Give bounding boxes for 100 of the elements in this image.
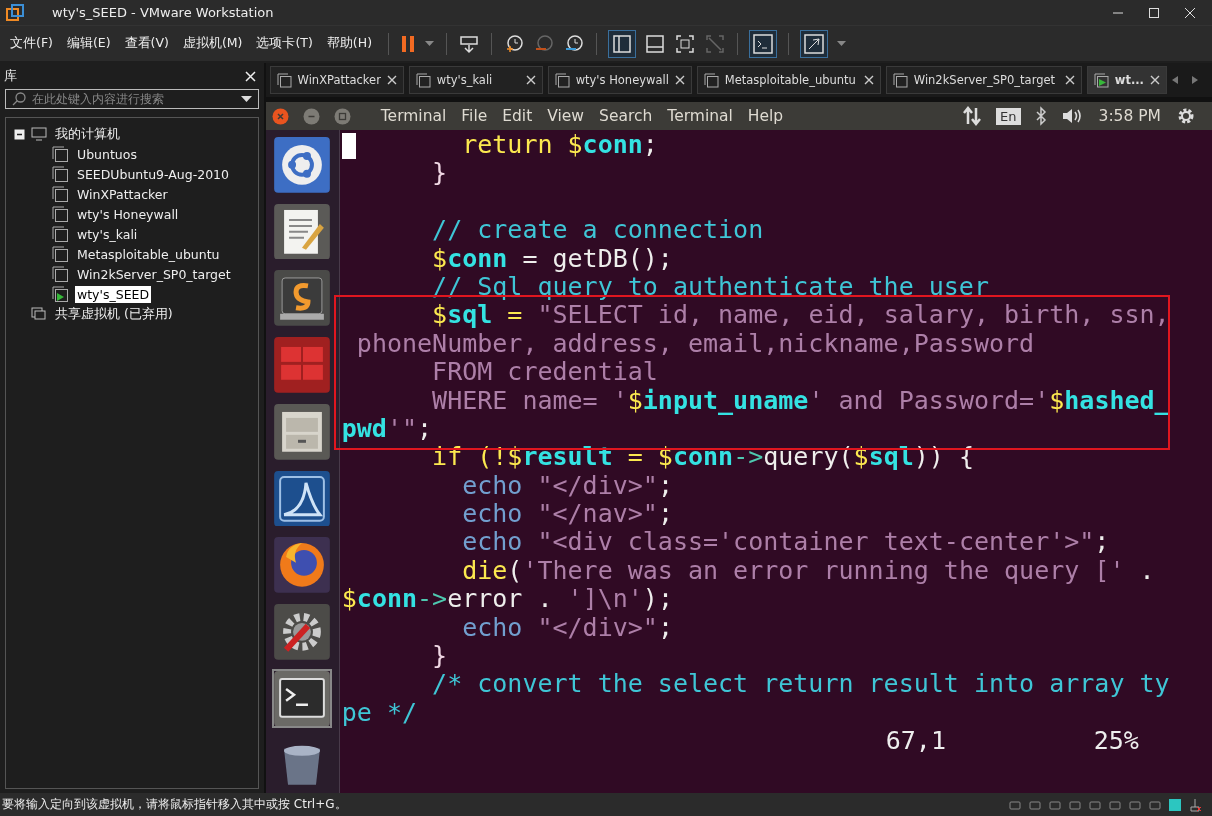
close-icon[interactable] bbox=[525, 75, 536, 85]
vm-tab[interactable]: WinXPattacker bbox=[269, 66, 404, 94]
menu-item[interactable]: 虚拟机(M) bbox=[182, 35, 243, 52]
keyboard-send-icon[interactable] bbox=[459, 33, 479, 54]
code-line: echo "</nav>"; bbox=[462, 499, 673, 529]
menu-item[interactable]: Terminal bbox=[667, 107, 733, 125]
close-icon[interactable] bbox=[386, 75, 397, 85]
tree-item[interactable]: wty's Honeywall bbox=[75, 205, 181, 223]
menu-item[interactable]: Help bbox=[747, 107, 784, 125]
scroll-right-icon[interactable] bbox=[1192, 76, 1198, 84]
menu-item[interactable]: File bbox=[461, 107, 488, 125]
vm-tab[interactable]: Metasploitable_ubuntu bbox=[696, 66, 881, 94]
console-icon[interactable] bbox=[750, 30, 776, 57]
dropdown-caret-icon[interactable] bbox=[240, 95, 252, 103]
scroll-left-icon[interactable] bbox=[1172, 76, 1178, 84]
code-line: /* convert the select return result into array ty bbox=[432, 669, 1170, 699]
shark-fin-icon[interactable] bbox=[274, 470, 331, 527]
tree-item[interactable]: wty's_kali bbox=[75, 225, 140, 243]
code-line: // create a connection bbox=[432, 215, 764, 245]
power-icon[interactable] bbox=[1188, 797, 1202, 812]
close-icon[interactable] bbox=[1150, 75, 1160, 85]
maximize-icon[interactable] bbox=[1148, 6, 1160, 19]
tree-item[interactable]: Ubuntuos bbox=[75, 145, 139, 163]
vm-tab[interactable]: wty's_kali bbox=[408, 66, 543, 94]
snapshot-icon[interactable] bbox=[504, 33, 524, 54]
pause-icon[interactable] bbox=[401, 34, 415, 53]
collapse-icon[interactable] bbox=[14, 128, 25, 140]
close-icon[interactable] bbox=[863, 75, 874, 85]
code-line: $conn->error . ']\n'); bbox=[341, 584, 673, 614]
vm-tab[interactable]: Win2kServer_SP0_target bbox=[885, 66, 1082, 94]
sublime-editor-icon[interactable] bbox=[274, 270, 331, 327]
message-icon[interactable] bbox=[1168, 797, 1182, 812]
file-cabinet-icon[interactable] bbox=[274, 403, 331, 460]
tree-item[interactable]: Metasploitable_ubuntu bbox=[75, 245, 222, 263]
unity-icon[interactable] bbox=[705, 33, 725, 54]
revert-icon[interactable] bbox=[534, 33, 554, 54]
caret-icon[interactable] bbox=[837, 40, 846, 47]
status-message: 要将输入定向到该虚拟机，请将鼠标指针移入其中或按 Ctrl+G。 bbox=[2, 796, 347, 813]
text-editor-icon[interactable] bbox=[274, 203, 331, 260]
terminal-icon[interactable] bbox=[274, 670, 331, 727]
code-line: pe */ bbox=[341, 697, 418, 727]
window-title: wty's_SEED - VMware Workstation bbox=[52, 5, 275, 20]
vm-tab[interactable]: wty's Honeywall bbox=[547, 66, 692, 94]
menu-item[interactable]: 帮助(H) bbox=[326, 35, 372, 52]
computer-icon bbox=[31, 127, 47, 141]
menu-item[interactable]: View bbox=[547, 107, 585, 125]
close-icon[interactable] bbox=[1184, 6, 1196, 19]
close-icon[interactable] bbox=[674, 75, 685, 85]
menu-item[interactable]: 文件(F) bbox=[10, 35, 53, 52]
code-line: $sql = "SELECT id, name, eid, salary, birth, ssn, bbox=[432, 300, 1170, 330]
tree-item[interactable]: 共享虚拟机 (已弃用) bbox=[53, 304, 175, 324]
code-line: echo "</div>"; bbox=[462, 470, 673, 500]
fullscreen-icon[interactable] bbox=[675, 33, 695, 54]
snapshot-manager-icon[interactable] bbox=[564, 33, 584, 54]
code-line: pwd'"; bbox=[341, 413, 433, 443]
vm-tab[interactable]: wt... bbox=[1086, 66, 1167, 94]
close-icon[interactable] bbox=[1064, 75, 1075, 85]
tree-item[interactable]: Win2kServer_SP0_target bbox=[75, 265, 233, 283]
tree-item[interactable]: WinXPattacker bbox=[75, 185, 170, 203]
minimize-button-icon[interactable] bbox=[302, 107, 320, 125]
tree-item[interactable]: SEEDUbuntu9-Aug-2010 bbox=[75, 165, 232, 183]
thumbnail-view-icon[interactable] bbox=[645, 33, 665, 54]
scroll-percent: 25% bbox=[1093, 727, 1139, 756]
menu-item[interactable]: Terminal bbox=[380, 107, 447, 125]
tree-item[interactable]: wty's_SEED bbox=[75, 285, 152, 303]
code-line: die('There was an error running the query [' . bbox=[462, 555, 1155, 585]
shared-vm-icon bbox=[31, 307, 47, 321]
tree-item[interactable]: 我的计算机 bbox=[53, 124, 122, 144]
settings-icon[interactable] bbox=[274, 603, 331, 660]
code-line: } bbox=[432, 158, 448, 188]
gear-icon[interactable] bbox=[1176, 106, 1196, 126]
menu-item[interactable]: Edit bbox=[502, 107, 533, 125]
menu-item[interactable]: 查看(V) bbox=[124, 35, 169, 52]
firefox-icon[interactable] bbox=[274, 537, 331, 593]
code-line: FROM credential bbox=[432, 357, 658, 387]
stretch-icon[interactable] bbox=[801, 30, 827, 57]
code-line: return $conn; bbox=[462, 130, 658, 159]
ubuntu-logo-icon[interactable] bbox=[274, 137, 331, 193]
code-line: phoneNumber, address, email,nickname,Password bbox=[356, 328, 1035, 358]
app-logo-icon bbox=[6, 3, 24, 22]
close-button-icon[interactable] bbox=[271, 107, 289, 125]
search-field[interactable]: 在此处键入内容进行搜索 bbox=[5, 89, 259, 109]
code-line: echo "</div>"; bbox=[462, 612, 673, 642]
maximize-button-icon[interactable] bbox=[333, 107, 351, 125]
caret-icon[interactable] bbox=[425, 40, 434, 47]
code-line: WHERE name= '$input_uname' and Password='$hashed_ bbox=[432, 385, 1170, 415]
keyboard-indicator[interactable]: En bbox=[996, 107, 1021, 125]
sidebar-view-icon[interactable] bbox=[609, 30, 635, 57]
search-icon bbox=[12, 92, 26, 106]
code-line: } bbox=[432, 641, 448, 671]
code-line: echo "<div class='container text-center'>"; bbox=[462, 527, 1110, 557]
code-line: $conn = getDB(); bbox=[432, 243, 673, 273]
clock[interactable]: 3:58 PM bbox=[1098, 107, 1161, 125]
menu-item[interactable]: Search bbox=[599, 107, 653, 125]
workspace-switcher-icon[interactable] bbox=[274, 337, 331, 393]
menu-item[interactable]: 选项卡(T) bbox=[256, 35, 313, 52]
cursor-position: 67,1 bbox=[885, 727, 947, 756]
menu-item[interactable]: 编辑(E) bbox=[66, 35, 111, 52]
bluetooth-icon[interactable] bbox=[1034, 106, 1047, 126]
text-cursor bbox=[341, 133, 356, 159]
